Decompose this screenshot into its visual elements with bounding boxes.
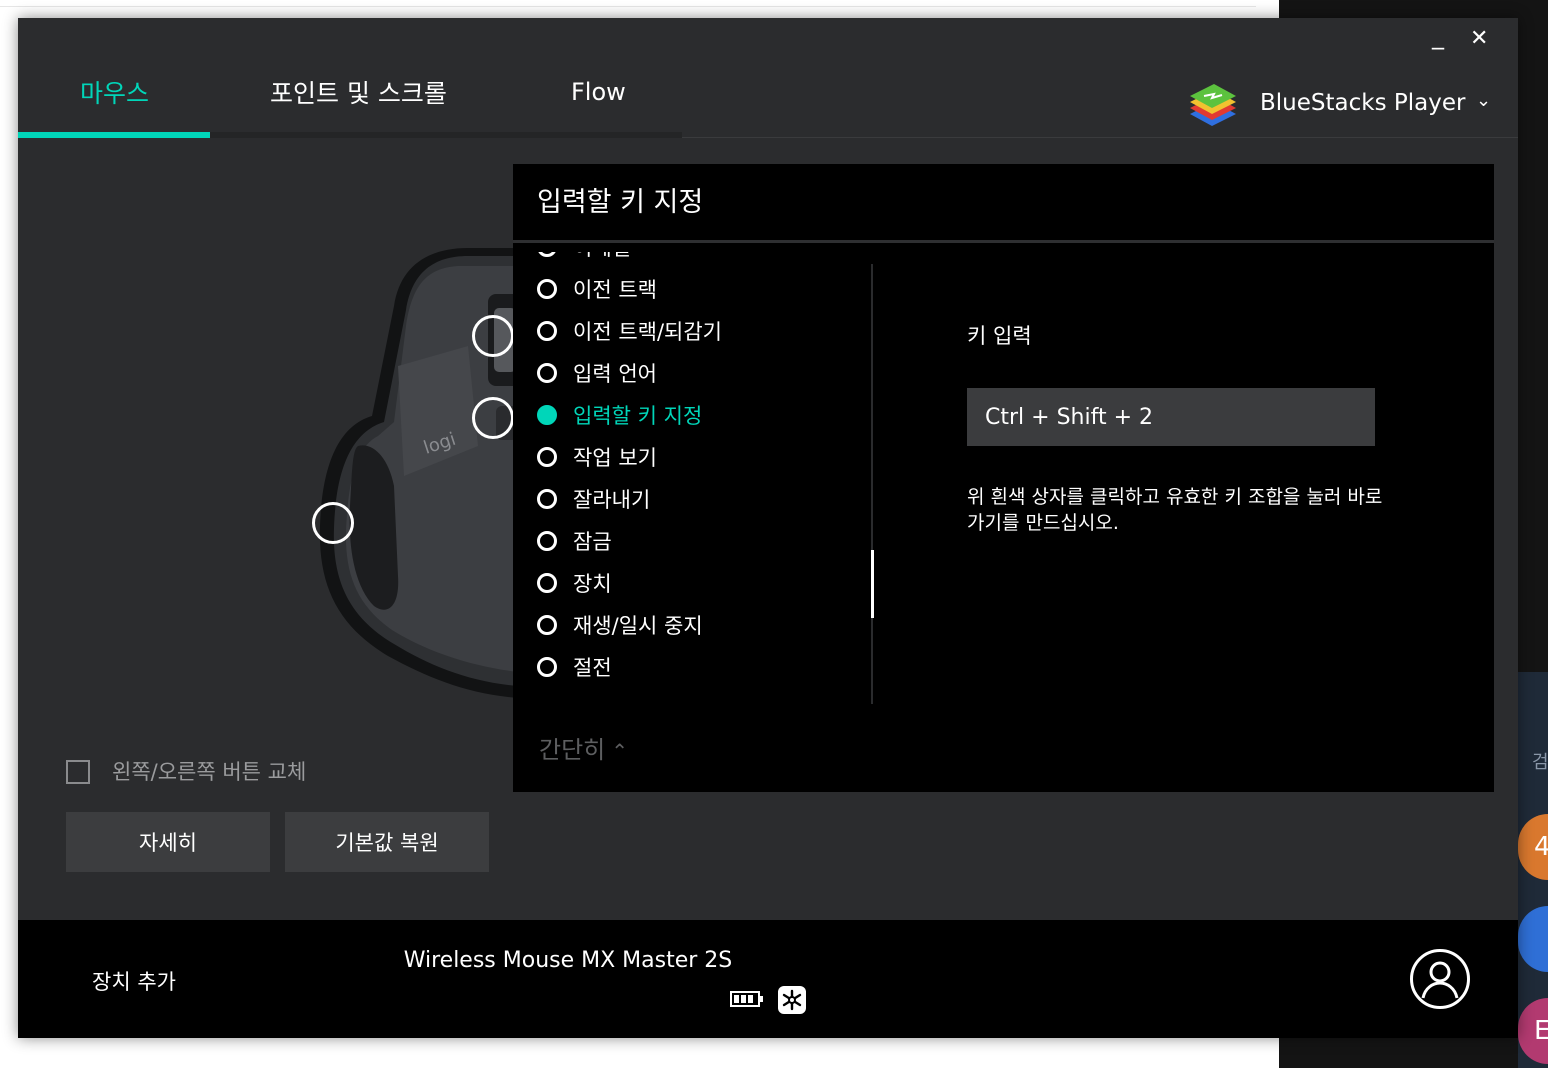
details-button[interactable]: 자세히 <box>66 812 270 872</box>
panel-title: 입력할 키 지정 <box>537 187 704 218</box>
action-item[interactable]: 절전 <box>537 652 612 682</box>
action-item-label: 절전 <box>573 656 612 680</box>
radio-icon[interactable] <box>537 252 557 257</box>
action-item-label: 작업 보기 <box>573 446 657 470</box>
background-divider <box>0 6 1256 7</box>
collapse-button[interactable]: 간단히 ⌃ <box>539 730 628 765</box>
action-item[interactable]: 입력 언어 <box>537 358 657 388</box>
key-input-label: 키 입력 <box>967 324 1032 348</box>
device-name: Wireless Mouse MX Master 2S <box>403 948 733 973</box>
collapse-label: 간단히 <box>539 736 606 764</box>
tab-mouse[interactable]: 마우스 <box>80 74 149 110</box>
radio-icon[interactable] <box>537 279 557 299</box>
action-item[interactable]: 작업 보기 <box>537 442 657 472</box>
keystroke-input[interactable]: Ctrl + Shift + 2 <box>967 388 1375 446</box>
action-item-label: 이전 트랙 <box>573 278 657 302</box>
radio-icon[interactable] <box>537 321 557 341</box>
action-item[interactable]: 이전 트랙 <box>537 274 657 304</box>
radio-icon[interactable] <box>537 447 557 467</box>
action-item-label: 입력할 키 지정 <box>573 404 703 428</box>
account-icon[interactable] <box>1409 948 1471 1010</box>
logitech-options-window: _ ✕ 마우스 포인트 및 스크롤 Flow BlueStacks Player… <box>18 18 1518 1038</box>
action-item[interactable]: 이전 트랙/되감기 <box>537 316 722 346</box>
hotspot-scroll-wheel[interactable] <box>472 315 514 357</box>
chevron-up-icon: ⌃ <box>611 739 629 763</box>
background-avatar-letter: 4 <box>1534 832 1548 862</box>
battery-icon <box>730 991 763 1007</box>
radio-icon[interactable] <box>537 489 557 509</box>
action-item[interactable]: 이메일 <box>537 252 631 262</box>
action-item-label: 재생/일시 중지 <box>573 614 703 638</box>
bluestacks-logo-icon <box>1190 84 1236 126</box>
background-avatar-letter: E <box>1534 1016 1548 1046</box>
swap-buttons-checkbox[interactable] <box>66 760 90 784</box>
radio-icon[interactable] <box>537 657 557 677</box>
action-item[interactable]: 장치 <box>537 568 612 598</box>
action-panel: 입력할 키 지정 이메일이전 트랙이전 트랙/되감기입력 언어입력할 키 지정작… <box>513 164 1494 792</box>
swap-buttons-label: 왼쪽/오른쪽 버튼 교체 <box>112 760 307 784</box>
panel-divider <box>513 240 1494 243</box>
radio-icon[interactable] <box>537 531 557 551</box>
active-tab-indicator <box>18 132 210 138</box>
tab-bar: 마우스 포인트 및 스크롤 Flow BlueStacks Player ⌄ <box>18 18 1518 138</box>
action-item[interactable]: 재생/일시 중지 <box>537 610 703 640</box>
scrollbar-thumb[interactable] <box>871 550 874 618</box>
action-list[interactable]: 이메일이전 트랙이전 트랙/되감기입력 언어입력할 키 지정작업 보기잘라내기잠… <box>513 252 873 704</box>
app-name: BlueStacks Player <box>1260 90 1466 116</box>
tab-point-scroll[interactable]: 포인트 및 스크롤 <box>270 74 447 110</box>
footer-bar: 장치 추가 Wireless Mouse MX Master 2S <box>18 920 1518 1038</box>
chevron-down-icon: ⌄ <box>1476 90 1492 111</box>
action-item-label: 입력 언어 <box>573 362 657 386</box>
hotspot-mode-shift-button[interactable] <box>472 397 514 439</box>
scrollbar-track[interactable] <box>871 264 873 704</box>
unifying-receiver-icon <box>778 986 806 1014</box>
action-item-label: 장치 <box>573 572 612 596</box>
action-item-label: 잘라내기 <box>573 488 651 512</box>
hotspot-gesture-button[interactable] <box>312 502 354 544</box>
action-item[interactable]: 입력할 키 지정 <box>537 400 702 430</box>
header-divider <box>682 137 1518 138</box>
radio-icon[interactable] <box>537 573 557 593</box>
radio-icon[interactable] <box>537 615 557 635</box>
radio-selected-icon[interactable] <box>537 405 557 425</box>
action-item[interactable]: 잠금 <box>537 526 612 556</box>
radio-icon[interactable] <box>537 363 557 383</box>
tab-flow[interactable]: Flow <box>571 78 626 106</box>
action-item-label: 잠금 <box>573 530 612 554</box>
action-item-label: 이전 트랙/되감기 <box>573 320 722 344</box>
restore-defaults-button[interactable]: 기본값 복원 <box>285 812 489 872</box>
keystroke-help-text: 위 흰색 상자를 클릭하고 유효한 키 조합을 눌러 바로가기를 만드십시오. <box>967 486 1383 534</box>
background-search-text: 검 <box>1532 752 1548 773</box>
action-item[interactable]: 잘라내기 <box>537 484 650 514</box>
action-item-label: 이메일 <box>573 252 631 262</box>
